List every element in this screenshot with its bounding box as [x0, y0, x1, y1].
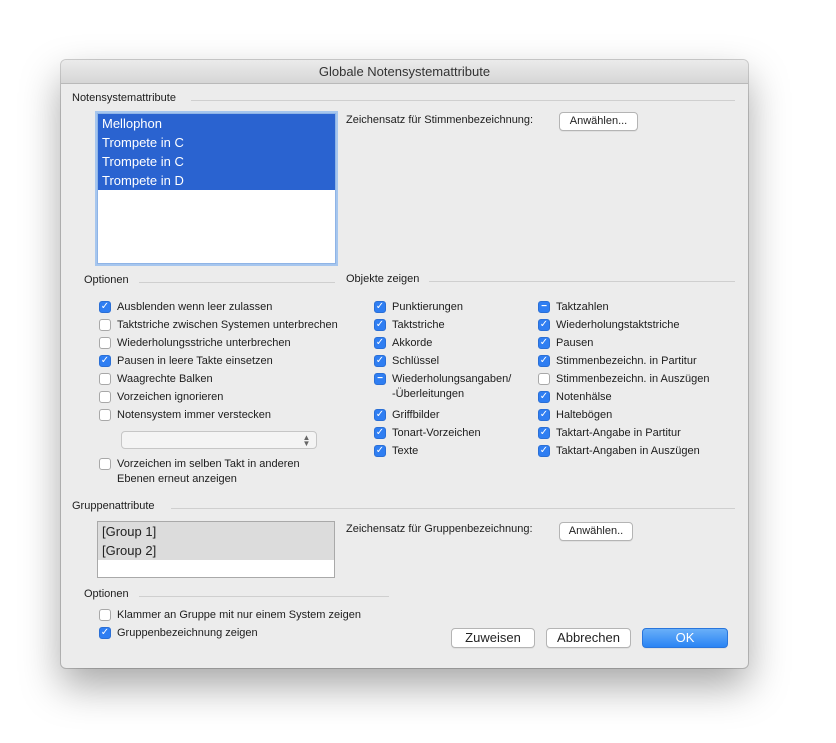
checkbox-unchecked-icon[interactable] — [99, 391, 111, 403]
checkbox-checked-icon[interactable]: ✓ — [374, 301, 386, 313]
checkbox-label-line1: Vorzeichen im selben Takt in anderen — [117, 458, 300, 470]
checkbox-label-line1: Wiederholungsangaben/ — [392, 373, 512, 385]
window-title: Globale Notensystemattribute — [61, 60, 748, 84]
group-list[interactable]: [Group 1] [Group 2] — [97, 521, 335, 578]
separator — [429, 281, 735, 282]
assign-button[interactable]: Zuweisen — [451, 628, 535, 648]
staff-font-label: Zeichensatz für Stimmenbezeichnung: — [346, 114, 534, 126]
staff-list-item[interactable]: Trompete in C — [98, 133, 335, 152]
checkbox-horizontal-beams[interactable]: Waagrechte Balken — [99, 372, 213, 387]
group-attributes-label: Gruppenattribute — [72, 500, 155, 512]
checkbox-ignore-key-signature[interactable]: Vorzeichen ignorieren — [99, 390, 223, 405]
checkbox-ties[interactable]: ✓ Haltebögen — [538, 408, 612, 423]
checkbox-barlines[interactable]: ✓ Taktstriche — [374, 318, 445, 333]
checkbox-show-accidentals-other-layers[interactable]: Vorzeichen im selben Takt in anderen Eben… — [99, 457, 300, 487]
ok-button[interactable]: OK — [642, 628, 728, 648]
checkbox-checked-icon[interactable]: ✓ — [374, 409, 386, 421]
checkbox-repeat-endings[interactable]: − Wiederholungsangaben/ -Überleitungen — [374, 372, 511, 402]
checkbox-allow-hide-empty[interactable]: ✓ Ausblenden wenn leer zulassen — [99, 300, 272, 315]
group-list-item[interactable]: [Group 2] — [98, 541, 334, 560]
checkbox-label-line2: Ebenen erneut anzeigen — [117, 473, 237, 485]
checkbox-checked-icon[interactable]: ✓ — [538, 427, 550, 439]
checkbox-time-sig-parts[interactable]: ✓ Taktart-Angaben in Auszügen — [538, 444, 700, 459]
checkbox-checked-icon[interactable]: ✓ — [99, 355, 111, 367]
checkbox-rests-in-empty-measures[interactable]: ✓ Pausen in leere Takte einsetzen — [99, 354, 273, 369]
choose-group-font-button[interactable]: Anwählen.. — [559, 522, 633, 541]
checkbox-bracket-single-staff[interactable]: Klammer an Gruppe mit nur einem System z… — [99, 608, 361, 623]
checkbox-clefs[interactable]: ✓ Schlüssel — [374, 354, 439, 369]
checkbox-always-hide-staff[interactable]: Notensystem immer verstecken — [99, 408, 271, 423]
checkbox-unchecked-icon[interactable] — [538, 373, 550, 385]
checkbox-checked-icon[interactable]: ✓ — [538, 409, 550, 421]
checkbox-unchecked-icon[interactable] — [99, 409, 111, 421]
separator — [139, 596, 389, 597]
checkbox-repeat-barlines[interactable]: ✓ Wiederholungstaktstriche — [538, 318, 680, 333]
group-list-item[interactable]: [Group 1] — [98, 522, 334, 541]
group-options-label: Optionen — [84, 588, 129, 600]
dialog-window: Globale Notensystemattribute Notensystem… — [61, 60, 748, 668]
separator — [191, 100, 735, 101]
staff-list-item[interactable]: Trompete in D — [98, 171, 335, 190]
checkbox-show-group-name[interactable]: ✓ Gruppenbezeichnung zeigen — [99, 626, 258, 641]
checkbox-time-sig-score[interactable]: ✓ Taktart-Angabe in Partitur — [538, 426, 681, 441]
checkbox-key-signatures[interactable]: ✓ Tonart-Vorzeichen — [374, 426, 481, 441]
staff-list-item[interactable]: Mellophon — [98, 114, 335, 133]
checkbox-measure-numbers[interactable]: − Taktzahlen — [538, 300, 609, 315]
checkbox-unchecked-icon[interactable] — [99, 337, 111, 349]
checkbox-stems[interactable]: ✓ Notenhälse — [538, 390, 612, 405]
show-objects-label: Objekte zeigen — [346, 273, 420, 285]
checkbox-unchecked-icon[interactable] — [99, 373, 111, 385]
separator — [171, 508, 735, 509]
checkbox-checked-icon[interactable]: ✓ — [99, 301, 111, 313]
checkbox-mixed-icon[interactable]: − — [538, 301, 550, 313]
staff-list-item[interactable]: Trompete in C — [98, 152, 335, 171]
checkbox-break-barlines[interactable]: Taktstriche zwischen Systemen unterbrech… — [99, 318, 338, 333]
checkbox-staff-names-parts[interactable]: Stimmenbezeichn. in Auszügen — [538, 372, 709, 387]
checkbox-checked-icon[interactable]: ✓ — [374, 319, 386, 331]
checkbox-checked-icon[interactable]: ✓ — [374, 427, 386, 439]
checkbox-unchecked-icon[interactable] — [99, 609, 111, 621]
separator — [139, 282, 335, 283]
checkbox-checked-icon[interactable]: ✓ — [538, 391, 550, 403]
checkbox-chords[interactable]: ✓ Akkorde — [374, 336, 432, 351]
checkbox-lyrics[interactable]: ✓ Texte — [374, 444, 418, 459]
cancel-button[interactable]: Abbrechen — [546, 628, 631, 648]
checkbox-checked-icon[interactable]: ✓ — [538, 355, 550, 367]
checkbox-label-line2: -Überleitungen — [392, 388, 465, 400]
checkbox-rests[interactable]: ✓ Pausen — [538, 336, 593, 351]
checkbox-dots[interactable]: ✓ Punktierungen — [374, 300, 463, 315]
checkbox-checked-icon[interactable]: ✓ — [538, 319, 550, 331]
choose-staff-font-button[interactable]: Anwählen... — [559, 112, 638, 131]
up-down-arrows-icon: ▲ ▼ — [302, 433, 311, 448]
options-label: Optionen — [84, 274, 129, 286]
checkbox-checked-icon[interactable]: ✓ — [374, 355, 386, 367]
checkbox-fretboards[interactable]: ✓ Griffbilder — [374, 408, 439, 423]
checkbox-checked-icon[interactable]: ✓ — [99, 627, 111, 639]
group-font-label: Zeichensatz für Gruppenbezeichnung: — [346, 523, 533, 535]
checkbox-unchecked-icon[interactable] — [99, 319, 111, 331]
checkbox-staff-names-score[interactable]: ✓ Stimmenbezeichn. in Partitur — [538, 354, 697, 369]
hide-staff-dropdown[interactable]: ▲ ▼ — [121, 431, 317, 449]
checkbox-unchecked-icon[interactable] — [99, 458, 111, 470]
staff-list[interactable]: Mellophon Trompete in C Trompete in C Tr… — [97, 113, 336, 264]
staff-attributes-label: Notensystemattribute — [72, 92, 176, 104]
checkbox-break-repeat-bars[interactable]: Wiederholungsstriche unterbrechen — [99, 336, 291, 351]
checkbox-checked-icon[interactable]: ✓ — [538, 337, 550, 349]
checkbox-mixed-icon[interactable]: − — [374, 373, 386, 385]
checkbox-checked-icon[interactable]: ✓ — [374, 337, 386, 349]
checkbox-checked-icon[interactable]: ✓ — [538, 445, 550, 457]
checkbox-checked-icon[interactable]: ✓ — [374, 445, 386, 457]
